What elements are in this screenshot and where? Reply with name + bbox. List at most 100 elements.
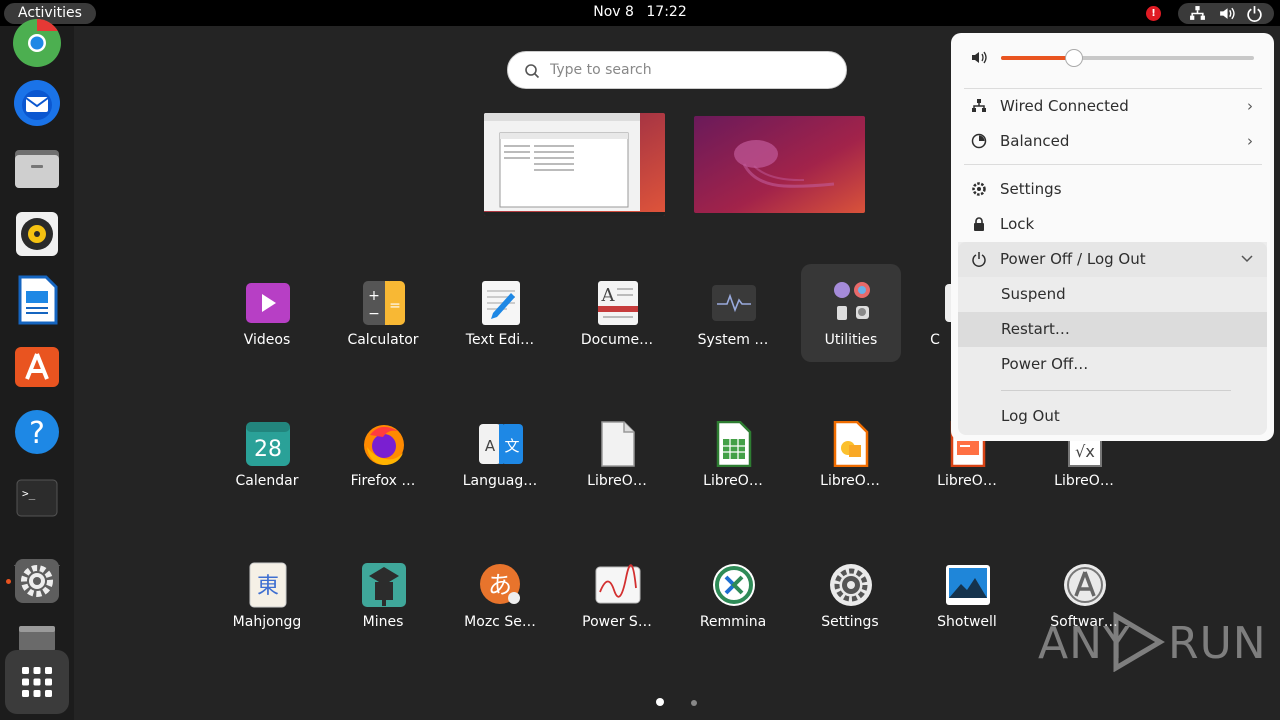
system-status-area[interactable]	[1178, 3, 1274, 24]
power-statistics-icon	[595, 564, 641, 604]
menu-separator	[1001, 390, 1231, 391]
text-editor-icon	[482, 281, 520, 325]
search-box[interactable]	[507, 51, 847, 89]
network-icon	[1190, 6, 1205, 20]
system-menu: Wired Connected › Balanced › Settings Lo…	[951, 33, 1274, 441]
dock: ? >_	[0, 18, 74, 720]
app-label: Mines	[362, 614, 404, 630]
app-libreoffice-draw[interactable]: LibreO…	[800, 405, 900, 503]
app-firefox[interactable]: Firefox …	[333, 405, 433, 503]
help-icon[interactable]: ?	[10, 405, 64, 459]
app-calendar[interactable]: 28 Calendar	[217, 405, 317, 503]
app-partial[interactable]: C	[917, 264, 951, 362]
ubuntu-software-icon[interactable]	[10, 339, 64, 393]
app-utilities-folder[interactable]: Utilities	[801, 264, 901, 362]
app-shotwell[interactable]: Shotwell	[917, 546, 1017, 644]
show-applications-button[interactable]	[5, 650, 69, 714]
show-applications-icon	[22, 667, 52, 697]
files-icon[interactable]	[10, 141, 64, 195]
chevron-right-icon: ›	[1247, 132, 1253, 150]
app-calculator[interactable]: + − = Calculator	[333, 264, 433, 362]
volume-slider[interactable]	[1001, 49, 1254, 67]
page-indicator-1[interactable]	[656, 698, 664, 706]
thunderbird-icon[interactable]	[10, 76, 64, 130]
gear-icon	[972, 182, 986, 196]
libreoffice-writer-icon[interactable]	[10, 273, 64, 327]
settings-gear-icon	[830, 564, 872, 606]
alert-icon[interactable]: !	[1146, 6, 1161, 21]
app-settings[interactable]: Settings	[800, 546, 900, 644]
menu-item-label: Log Out	[1001, 407, 1060, 425]
anyrun-watermark: ANY RUN	[1038, 610, 1266, 672]
chevron-down-icon	[1241, 255, 1253, 263]
restart-item[interactable]: Restart…	[958, 312, 1267, 347]
app-label: Languag…	[462, 473, 538, 489]
menu-item-label: Suspend	[1001, 285, 1066, 303]
settings-item[interactable]: Settings	[958, 172, 1267, 207]
power-icon	[972, 252, 986, 267]
app-label: Docume…	[580, 332, 654, 348]
svg-text:東: 東	[257, 574, 279, 599]
calculator-icon: + − =	[363, 281, 405, 325]
remmina-icon	[713, 564, 755, 606]
app-mahjongg[interactable]: 東 Mahjongg	[217, 546, 317, 644]
libreoffice-calc-icon	[716, 421, 752, 467]
svg-text:−: −	[368, 306, 380, 322]
system-monitor-icon	[712, 285, 756, 321]
svg-text:A: A	[601, 285, 616, 306]
power-off-logout-item[interactable]: Power Off / Log Out	[958, 242, 1267, 277]
app-libreoffice[interactable]: LibreO…	[567, 405, 667, 503]
app-label: C	[930, 332, 940, 348]
power-off-item[interactable]: Power Off…	[958, 347, 1267, 382]
search-icon	[525, 64, 540, 79]
rhythmbox-icon[interactable]	[10, 207, 64, 261]
app-label: Videos	[243, 332, 291, 348]
app-label: System …	[697, 332, 769, 348]
terminal-icon[interactable]: >_	[10, 471, 64, 525]
app-label: Power S…	[582, 614, 652, 630]
lock-item[interactable]: Lock	[958, 207, 1267, 242]
menu-item-label: Power Off…	[1001, 355, 1089, 373]
app-system-monitor[interactable]: System …	[683, 264, 783, 362]
svg-text:>_: >_	[22, 487, 36, 500]
mozc-icon: あ	[480, 564, 520, 604]
suspend-item[interactable]: Suspend	[958, 277, 1267, 312]
volume-icon	[1220, 7, 1235, 20]
app-mozc-setup[interactable]: あ Mozc Se…	[450, 546, 550, 644]
page-indicator-2[interactable]	[691, 700, 697, 706]
app-document-viewer[interactable]: A Docume…	[567, 264, 667, 362]
date-label: Nov 8	[593, 4, 634, 20]
app-text-editor[interactable]: Text Edi…	[450, 264, 550, 362]
workspace-thumbnail-2[interactable]	[694, 116, 865, 213]
svg-text:=: =	[389, 298, 401, 314]
app-remmina[interactable]: Remmina	[683, 546, 783, 644]
svg-text:+: +	[368, 288, 380, 304]
play-logo-icon	[1113, 612, 1165, 672]
menu-item-label: Power Off / Log Out	[1000, 250, 1146, 268]
wired-connected-item[interactable]: Wired Connected ›	[958, 89, 1267, 124]
app-libreoffice-calc[interactable]: LibreO…	[683, 405, 783, 503]
app-label: LibreO…	[937, 473, 997, 489]
volume-slider-handle[interactable]	[1065, 49, 1084, 67]
settings-icon[interactable]	[10, 554, 64, 608]
app-label: Utilities	[824, 332, 878, 348]
app-mines[interactable]: Mines	[333, 546, 433, 644]
software-icon	[1064, 564, 1106, 606]
volume-icon	[972, 51, 987, 64]
app-label: Text Edi…	[465, 332, 535, 348]
search-input[interactable]	[550, 59, 830, 81]
power-icon	[1247, 6, 1262, 22]
svg-text:文: 文	[504, 437, 519, 455]
app-language-support[interactable]: A文 Languag…	[450, 405, 550, 503]
running-indicator	[6, 579, 11, 584]
videos-icon	[246, 283, 290, 323]
chrome-icon[interactable]	[10, 16, 64, 70]
app-videos[interactable]: Videos	[217, 264, 317, 362]
menu-item-label: Settings	[1000, 180, 1062, 198]
log-out-item[interactable]: Log Out	[958, 399, 1267, 434]
app-label: Calculator	[347, 332, 419, 348]
workspace-thumbnail-1[interactable]	[484, 113, 665, 216]
power-mode-item[interactable]: Balanced ›	[958, 124, 1267, 159]
clock[interactable]: Nov 8 17:22	[0, 4, 1280, 20]
app-power-statistics[interactable]: Power S…	[567, 546, 667, 644]
